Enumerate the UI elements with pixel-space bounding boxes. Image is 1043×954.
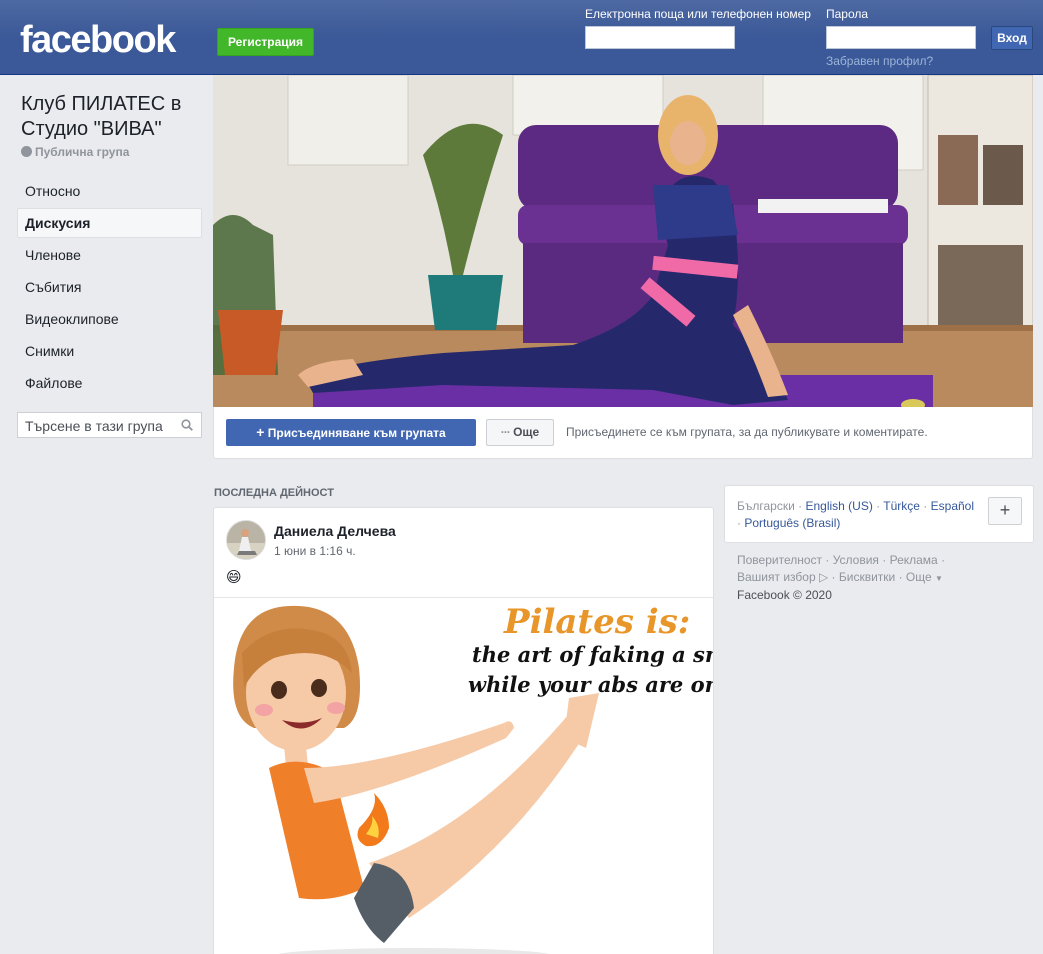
plus-icon: + [256,424,265,440]
footer-privacy[interactable]: Поверителност [737,553,822,567]
language-box: Български · English (US) · Türkçe · Espa… [724,485,1034,543]
caret-down-icon: ▼ [935,574,943,583]
footer-terms[interactable]: Условия [833,553,879,567]
email-field[interactable] [585,26,735,49]
group-privacy-label: Публична група [35,145,130,159]
footer-more[interactable]: Още [906,570,932,584]
forgot-account-link[interactable]: Забравен профил? [826,54,933,68]
footer-ad-choices[interactable]: Вашият избор [737,570,816,584]
language-list: Български · English (US) · Türkçe · Espa… [737,499,975,530]
cartoon-illustration [233,605,599,954]
language-turkish[interactable]: Türkçe [883,499,920,513]
group-search-input[interactable]: Търсене в тази група [17,412,202,438]
group-title[interactable]: Клуб ПИЛАТЕС в Студио "ВИВА" [21,92,211,142]
language-spanish[interactable]: Español [931,499,974,513]
group-nav: Относно Дискусия Членове Събития Видеокл… [17,176,202,400]
nav-item-members[interactable]: Членове [17,240,202,270]
footer-copyright: Facebook © 2020 [737,588,832,602]
nav-item-events[interactable]: Събития [17,272,202,302]
footer-cookies[interactable]: Бисквитки [839,570,895,584]
post-card: Даниела Делчева 1 юни в 1:16 ч. 😄 Pilate… [213,507,714,954]
post-text: 😄 [226,569,242,586]
cover-actions-bar: + Присъединяване към групата ··· Още При… [213,407,1033,459]
nav-item-about[interactable]: Относно [17,176,202,206]
join-group-button[interactable]: + Присъединяване към групата [226,419,476,446]
facebook-logo[interactable]: facebook [20,16,176,64]
top-bar: facebook Регистрация Електронна поща или… [0,0,1043,75]
post-image[interactable]: Pilates is: the art of faking a smile wh… [214,597,713,954]
cover-photo [213,75,1033,407]
join-group-label: Присъединяване към групата [267,426,446,440]
language-english[interactable]: English (US) [805,499,872,513]
language-portuguese[interactable]: Português (Brasil) [744,516,840,530]
group-privacy: Публична група [21,145,129,159]
login-button[interactable]: Вход [991,26,1033,50]
more-dots-icon: ··· [500,425,511,439]
footer-advertising[interactable]: Реклама [890,553,938,567]
nav-item-files[interactable]: Файлове [17,368,202,398]
search-placeholder: Търсене в тази група [25,418,163,434]
ad-choices-icon: ▷ [818,570,829,584]
globe-icon [21,146,32,157]
more-button[interactable]: ··· Още [486,419,554,446]
avatar[interactable] [226,520,266,560]
footer-links: Поверителност · Условия · Реклама · Ваши… [737,553,946,602]
join-hint-text: Присъединете се към групата, за да публи… [566,425,928,439]
nav-item-videos[interactable]: Видеоклипове [17,304,202,334]
nav-item-discussion[interactable]: Дискусия [17,208,202,238]
recent-activity-heading: ПОСЛЕДНА ДЕЙНОСТ [214,487,334,499]
email-label: Електронна поща или телефонен номер [585,7,811,21]
nav-item-photos[interactable]: Снимки [17,336,202,366]
more-label: Още [513,425,540,439]
language-current: Български [737,499,795,513]
password-label: Парола [826,7,869,21]
search-icon[interactable] [181,419,193,431]
signup-button[interactable]: Регистрация [217,28,314,56]
post-timestamp[interactable]: 1 юни в 1:16 ч. [274,544,356,558]
add-language-button[interactable]: + [988,497,1022,525]
password-field[interactable] [826,26,976,49]
post-author[interactable]: Даниела Делчева [274,523,396,539]
